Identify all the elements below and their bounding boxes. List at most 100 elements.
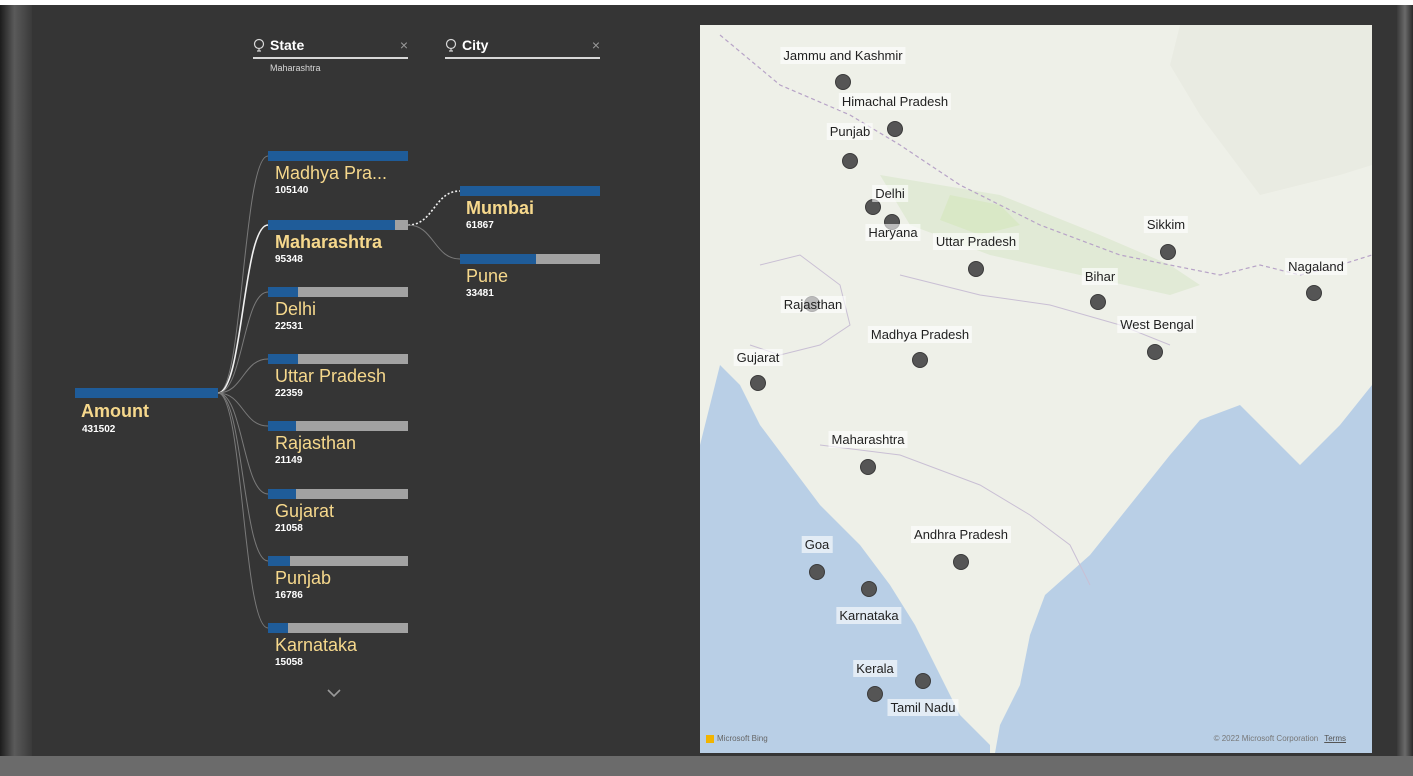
map-pin[interactable] <box>1147 344 1163 360</box>
node-bar <box>268 354 408 364</box>
node-label: Punjab <box>275 568 332 588</box>
lightbulb-icon <box>253 38 265 52</box>
node-bar <box>268 623 408 633</box>
map-pin-label: Himachal Pradesh <box>838 93 952 110</box>
map-pin-label: Kerala <box>853 660 897 677</box>
map-pin-label: Goa <box>801 536 833 553</box>
node-value: 22531 <box>275 321 303 332</box>
bottom-strip <box>0 756 1413 776</box>
map-pin[interactable] <box>750 375 766 391</box>
node-bar <box>268 489 408 499</box>
map-pin[interactable] <box>1160 244 1176 260</box>
terms-link[interactable]: Terms <box>1324 734 1346 743</box>
level-label-city: City <box>462 37 489 53</box>
node-value: 15058 <box>275 657 303 668</box>
node-value: 95348 <box>275 254 303 265</box>
node-bar-fill <box>268 489 296 499</box>
close-icon[interactable]: × <box>400 37 408 53</box>
chevron-down-icon[interactable] <box>326 688 342 698</box>
node-bar <box>460 254 600 264</box>
map-pin[interactable] <box>968 261 984 277</box>
map-pin[interactable] <box>809 564 825 580</box>
map-pin-label: Karnataka <box>836 607 902 624</box>
map-pin[interactable] <box>842 153 858 169</box>
node-bar <box>268 421 408 431</box>
map-copyright: © 2022 Microsoft Corporation Terms <box>1214 734 1346 743</box>
node-bar-fill <box>268 623 289 633</box>
map-visual[interactable]: Jammu and Kashmir Himachal Pradesh Punjab D… <box>700 25 1372 753</box>
level-label-state: State <box>270 37 305 53</box>
node-bar-fill <box>268 556 291 566</box>
map-pin[interactable] <box>912 352 928 368</box>
map-pin[interactable] <box>1090 294 1106 310</box>
map-pin-label: Bihar <box>1081 268 1119 285</box>
node-label: Mumbai <box>466 198 535 218</box>
map-pin[interactable] <box>953 554 969 570</box>
connector-state-city <box>407 190 461 226</box>
connector-root-state <box>217 392 269 562</box>
node-bar <box>460 186 600 196</box>
bing-attribution: Microsoft Bing <box>706 734 768 743</box>
node-value: 22359 <box>275 388 303 399</box>
map-pin-label: Delhi <box>872 185 908 202</box>
map-pin[interactable] <box>835 74 851 90</box>
node-value: 431502 <box>82 424 116 435</box>
connector-root-state <box>217 155 269 394</box>
close-icon[interactable]: × <box>592 37 600 53</box>
map-pin-label: Tamil Nadu <box>887 699 959 716</box>
node-label: Amount <box>81 401 149 421</box>
level-header-city[interactable]: City × <box>445 37 600 59</box>
map-pin-label: Andhra Pradesh <box>911 526 1011 543</box>
connector-root-state <box>217 392 269 629</box>
node-bar-fill <box>75 388 218 398</box>
bing-label: Microsoft Bing <box>717 734 768 743</box>
map-pin-label: Nagaland <box>1285 258 1347 275</box>
node-value: 33481 <box>466 288 494 299</box>
node-value: 16786 <box>275 590 303 601</box>
node-bar-fill <box>268 354 298 364</box>
map-pin[interactable] <box>915 673 931 689</box>
copyright-text: © 2022 Microsoft Corporation <box>1213 734 1319 743</box>
node-bar-fill <box>460 186 600 196</box>
lightbulb-icon <box>445 38 457 52</box>
level-selection-state: Maharashtra <box>270 63 321 73</box>
map-pin-label: Haryana <box>865 224 921 241</box>
node-value: 21149 <box>275 455 303 466</box>
map-pin-label: Jammu and Kashmir <box>780 47 906 64</box>
map-pin[interactable] <box>860 459 876 475</box>
node-bar <box>268 151 408 161</box>
connector-state-city <box>407 224 461 260</box>
window-edge-right <box>1397 5 1413 776</box>
level-header-state[interactable]: State × <box>253 37 408 59</box>
node-bar-fill <box>268 151 408 161</box>
node-value: 105140 <box>275 185 309 196</box>
node-bar <box>268 287 408 297</box>
map-pin[interactable] <box>887 121 903 137</box>
node-label: Rajasthan <box>275 433 357 453</box>
map-pin-label: Rajasthan <box>780 296 846 313</box>
node-label: Uttar Pradesh <box>275 366 387 386</box>
map-pin-label: Madhya Pradesh <box>867 326 973 343</box>
node-bar-fill <box>268 421 297 431</box>
map-pin-label: Maharashtra <box>828 431 908 448</box>
map-pin[interactable] <box>861 581 877 597</box>
node-bar <box>268 556 408 566</box>
node-label: Pune <box>466 266 509 286</box>
map-pin-label: West Bengal <box>1117 316 1197 333</box>
node-value: 21058 <box>275 523 303 534</box>
map-pin[interactable] <box>1306 285 1322 301</box>
bing-logo <box>706 734 714 743</box>
node-bar-fill <box>460 254 536 264</box>
node-value: 61867 <box>466 220 494 231</box>
node-label: Maharashtra <box>275 232 383 252</box>
node-label: Madhya Pra... <box>275 163 388 183</box>
map-pin[interactable] <box>867 686 883 702</box>
connector-root-state <box>217 224 269 394</box>
node-bar <box>268 220 408 230</box>
connector-root-state <box>217 392 269 427</box>
map-pin-label: Punjab <box>826 123 874 140</box>
map-pin-label: Sikkim <box>1143 216 1189 233</box>
node-bar <box>75 388 218 398</box>
map-basemap <box>700 25 1372 753</box>
node-bar-fill <box>268 220 395 230</box>
